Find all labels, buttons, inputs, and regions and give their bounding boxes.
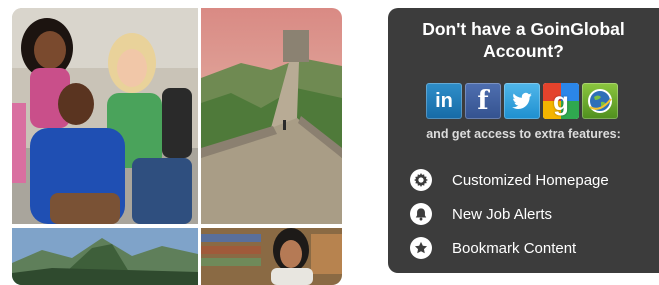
twitter-icon[interactable]: [504, 83, 540, 119]
feature-bookmark-content: Bookmark Content: [410, 231, 650, 265]
signup-panel: Don't have a GoinGlobal Account? in f g: [388, 8, 659, 273]
social-login-buttons: in f g: [426, 83, 618, 119]
google-icon[interactable]: g: [543, 83, 579, 119]
star-icon: [410, 237, 432, 259]
feature-customized-homepage: Customized Homepage: [410, 163, 650, 197]
goinglobal-icon[interactable]: [582, 83, 618, 119]
photo-collage: [12, 8, 342, 285]
feature-label: Bookmark Content: [452, 239, 577, 257]
google-glyph: g: [553, 85, 569, 116]
library-photo: [201, 228, 342, 285]
bell-icon: [410, 203, 432, 225]
feature-new-job-alerts: New Job Alerts: [410, 197, 650, 231]
linkedin-glyph: in: [435, 89, 453, 112]
students-photo: [12, 8, 198, 224]
gear-icon: [410, 169, 432, 191]
feature-label: Customized Homepage: [452, 171, 609, 189]
twitter-bird-icon: [512, 92, 532, 109]
facebook-glyph: f: [477, 86, 489, 116]
panel-title: Don't have a GoinGlobal Account?: [422, 19, 625, 61]
feature-label: New Job Alerts: [452, 205, 553, 223]
facebook-icon[interactable]: f: [465, 83, 501, 119]
tagline: and get access to extra features:: [426, 127, 621, 141]
great-wall-photo: [201, 8, 342, 224]
feature-list: Customized Homepage New Job Alerts Bookm…: [410, 163, 650, 265]
linkedin-icon[interactable]: in: [426, 83, 462, 119]
mountain-photo: [12, 228, 198, 285]
globe-icon: [588, 89, 612, 113]
